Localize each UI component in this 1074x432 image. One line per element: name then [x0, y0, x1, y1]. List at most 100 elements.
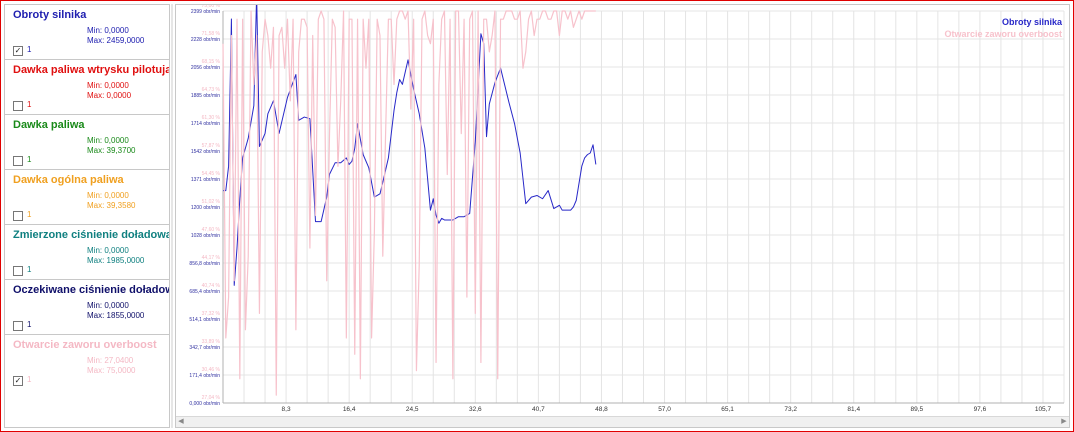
- series-checkbox[interactable]: ✓: [13, 46, 23, 56]
- series-checkbox[interactable]: [13, 211, 23, 221]
- y-tick-label-primary: 1028 obr/min: [191, 233, 220, 239]
- y-tick-label-secondary: 54,45 %: [202, 171, 221, 177]
- x-tick-label: 105,7: [1035, 406, 1052, 413]
- y-tick-label-primary: 1885 obr/min: [191, 93, 220, 99]
- y-tick-label-primary: 2056 obr/min: [191, 65, 220, 71]
- horizontal-scrollbar[interactable]: ◀ ▶: [176, 416, 1069, 427]
- series-max: Max: 39,3700: [87, 146, 136, 155]
- y-tick-label-secondary: 40,74 %: [202, 283, 221, 289]
- series-title: Obroty silnika: [13, 9, 87, 21]
- series-max: Max: 75,0000: [87, 366, 136, 375]
- series-checkbox-label: 1: [27, 375, 32, 384]
- x-tick-label: 8,3: [282, 406, 291, 413]
- series-title: Dawka ogólna paliwa: [13, 174, 124, 186]
- series-panel-engine-rpm[interactable]: Obroty silnika Min: 0,0000 Max: 2459,000…: [5, 5, 169, 60]
- series-min: Min: 0,0000: [87, 26, 129, 35]
- series-title: Otwarcie zaworu overboost: [13, 339, 157, 351]
- series-checkbox[interactable]: [13, 101, 23, 111]
- x-tick-label: 97,6: [974, 406, 987, 413]
- series-range: Min: 0,0000 Max: 1985,0000: [87, 246, 144, 266]
- y-tick-label-primary: 1200 obr/min: [191, 205, 220, 211]
- series-title: Zmierzone ciśnienie doładowania: [13, 229, 169, 241]
- y-tick-label-secondary: 44,17 %: [202, 255, 221, 261]
- y-tick-label-secondary: 61,30 %: [202, 115, 221, 121]
- series-max: Max: 2459,0000: [87, 36, 145, 45]
- y-tick-label-primary: 171,4 obr/min: [189, 373, 220, 379]
- series-checkbox[interactable]: ✓: [13, 376, 23, 386]
- series-range: Min: 0,0000 Max: 2459,0000: [87, 26, 144, 46]
- x-tick-label: 32,6: [469, 406, 482, 413]
- y-tick-label-secondary: 33,89 %: [202, 339, 221, 345]
- series-min: Min: 0,0000: [87, 246, 129, 255]
- series-title: Dawka paliwa: [13, 119, 85, 131]
- x-tick-label: 73,2: [784, 406, 797, 413]
- y-tick-label-primary: 514,1 obr/min: [189, 317, 220, 323]
- y-tick-label-secondary: 71,58 %: [202, 31, 221, 37]
- y-tick-label-primary: 2228 obr/min: [191, 37, 220, 43]
- x-tick-label: 48,8: [595, 406, 608, 413]
- series-line-overboost-valve: [222, 10, 596, 396]
- x-tick-label: 40,7: [532, 406, 545, 413]
- series-sidebar: Obroty silnika Min: 0,0000 Max: 2459,000…: [4, 4, 170, 428]
- x-tick-label: 89,5: [910, 406, 923, 413]
- series-panel-expected-boost[interactable]: Oczekiwane ciśnienie doładowania Min: 0,…: [5, 280, 169, 335]
- y-tick-label-primary: 685,4 obr/min: [189, 289, 220, 295]
- y-tick-label-secondary: 37,32 %: [202, 311, 221, 317]
- y-tick-label-primary: 0,000 obr/min: [189, 401, 220, 407]
- series-max: Max: 1985,0000: [87, 256, 145, 265]
- x-tick-label: 65,1: [721, 406, 734, 413]
- series-range: Min: 0,0000 Max: 39,3580: [87, 191, 135, 211]
- series-title: Oczekiwane ciśnienie doładowania: [13, 284, 169, 296]
- series-range: Min: 0,0000 Max: 39,3700: [87, 136, 135, 156]
- y-tick-label-secondary: 51,02 %: [202, 199, 221, 205]
- y-tick-label-primary: 342,7 obr/min: [189, 345, 220, 351]
- series-panel-total-fuel-dose[interactable]: Dawka ogólna paliwa Min: 0,0000 Max: 39,…: [5, 170, 169, 225]
- series-title: Dawka paliwa wtrysku pilotującego: [13, 64, 169, 76]
- x-tick-label: 16,4: [343, 406, 356, 413]
- y-tick-label-primary: 1542 obr/min: [191, 149, 220, 155]
- series-checkbox-label: 1: [27, 210, 32, 219]
- y-tick-label-secondary: 27,04 %: [202, 395, 221, 401]
- y-tick-label-secondary: 68,15 %: [202, 59, 221, 65]
- series-max: Max: 1855,0000: [87, 311, 145, 320]
- series-panel-measured-boost[interactable]: Zmierzone ciśnienie doładowania Min: 0,0…: [5, 225, 169, 280]
- series-panel-fuel-dose[interactable]: Dawka paliwa Min: 0,0000 Max: 39,3700 1: [5, 115, 169, 170]
- y-tick-label-secondary: 64,73 %: [202, 87, 221, 93]
- series-min: Min: 0,0000: [87, 136, 129, 145]
- legend-entry: Obroty silnika: [1002, 17, 1063, 27]
- y-tick-label-primary: 1714 obr/min: [191, 121, 220, 127]
- series-range: Min: 0,0000 Max: 0,0000: [87, 81, 131, 101]
- series-range: Min: 27,0400 Max: 75,0000: [87, 356, 135, 376]
- series-max: Max: 39,3580: [87, 201, 136, 210]
- line-chart: 0,000 obr/min 171,4 obr/min 342,7 obr/min 5…: [189, 0, 1065, 413]
- series-checkbox[interactable]: [13, 266, 23, 276]
- series-checkbox-label: 1: [27, 155, 32, 164]
- series-checkbox-label: 1: [27, 45, 32, 54]
- series-min: Min: 0,0000: [87, 191, 129, 200]
- y-tick-label-primary: 856,8 obr/min: [189, 261, 220, 267]
- x-tick-label: 81,4: [847, 406, 860, 413]
- y-tick-label-secondary: 47,60 %: [202, 227, 221, 233]
- scroll-left-icon[interactable]: ◀: [176, 417, 186, 427]
- series-checkbox-label: 1: [27, 100, 32, 109]
- series-min: Min: 0,0000: [87, 301, 129, 310]
- y-tick-label-primary: 1371 obr/min: [191, 177, 220, 183]
- x-tick-label: 24,5: [406, 406, 419, 413]
- series-min: Min: 0,0000: [87, 81, 129, 90]
- series-checkbox[interactable]: [13, 156, 23, 166]
- y-tick-label-secondary: 75,00 %: [202, 5, 221, 9]
- series-max: Max: 0,0000: [87, 91, 132, 100]
- series-panel-pilot-injection[interactable]: Dawka paliwa wtrysku pilotującego Min: 0…: [5, 60, 169, 115]
- x-tick-label: 57,0: [658, 406, 671, 413]
- scroll-right-icon[interactable]: ▶: [1059, 417, 1069, 427]
- y-tick-label-secondary: 57,87 %: [202, 143, 221, 149]
- series-panel-overboost-valve[interactable]: Otwarcie zaworu overboost Min: 27,0400 M…: [5, 335, 169, 427]
- y-tick-label-primary: 2399 obr/min: [191, 9, 220, 15]
- series-checkbox[interactable]: [13, 321, 23, 331]
- chart-area: 0,000 obr/min 171,4 obr/min 342,7 obr/min 5…: [175, 0, 1070, 428]
- y-tick-label-secondary: 30,46 %: [202, 367, 221, 373]
- panel-splitter[interactable]: [171, 4, 173, 428]
- series-checkbox-label: 1: [27, 320, 32, 329]
- series-range: Min: 0,0000 Max: 1855,0000: [87, 301, 144, 321]
- legend-entry: Otwarcie zaworu overboost: [944, 29, 1062, 39]
